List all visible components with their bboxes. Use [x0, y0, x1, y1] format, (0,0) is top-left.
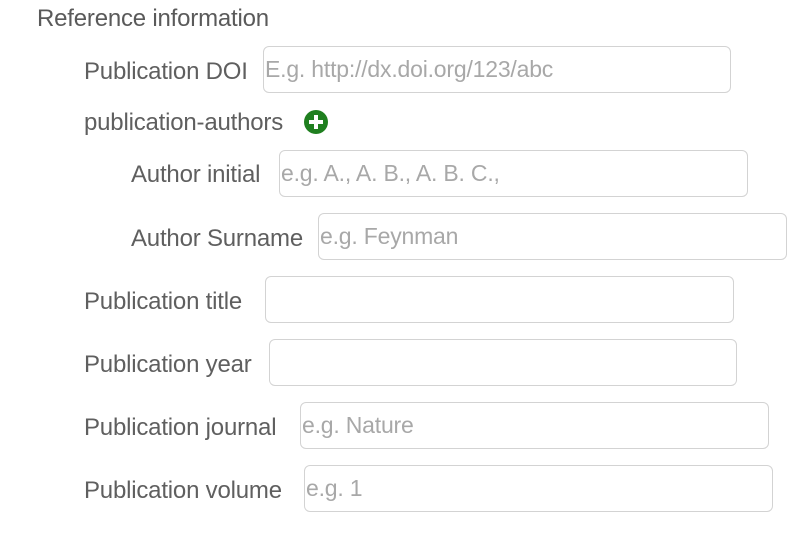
author-surname-label: Author Surname: [131, 225, 303, 252]
publication-doi-input[interactable]: [263, 46, 731, 93]
plus-circle-icon[interactable]: [304, 110, 328, 134]
author-initial-input[interactable]: [279, 150, 748, 197]
publication-title-input[interactable]: [265, 276, 734, 323]
publication-doi-label: Publication DOI: [84, 58, 248, 85]
publication-volume-label: Publication volume: [84, 477, 282, 504]
publication-authors-label: publication-authors: [84, 109, 283, 136]
author-initial-label: Author initial: [131, 161, 261, 188]
publication-journal-input[interactable]: [300, 402, 769, 449]
publication-volume-input[interactable]: [304, 465, 773, 512]
author-surname-input[interactable]: [318, 213, 787, 260]
publication-journal-label: Publication journal: [84, 414, 277, 441]
publication-year-input[interactable]: [269, 339, 737, 386]
section-title: Reference information: [37, 5, 269, 32]
publication-title-label: Publication title: [84, 288, 243, 315]
publication-year-label: Publication year: [84, 351, 252, 378]
